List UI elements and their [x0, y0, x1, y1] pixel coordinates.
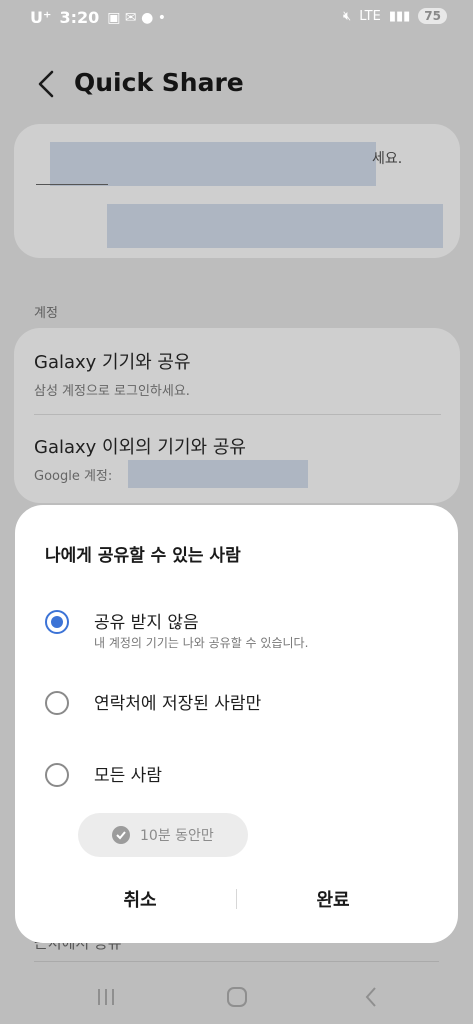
redacted-text-block — [107, 204, 443, 248]
dialog-title: 나에게 공유할 수 있는 사람 — [45, 546, 241, 566]
clock: 3:20 — [59, 8, 100, 27]
dialog-actions: 취소 완료 — [15, 877, 458, 921]
mute-icon: 🔇︎ — [343, 8, 352, 24]
app-header: Quick Share — [0, 62, 473, 106]
radio-button[interactable] — [45, 763, 69, 787]
check-icon — [112, 826, 130, 844]
recent-apps-icon[interactable] — [91, 982, 121, 1012]
account-section-label: 계정 — [34, 306, 58, 321]
home-icon[interactable] — [222, 982, 252, 1012]
carrier-label: U⁺ — [30, 8, 52, 27]
cancel-button[interactable]: 취소 — [40, 877, 240, 921]
signal-icon: ▮▮▮ — [388, 8, 411, 24]
row-title: Galaxy 기기와 공유 — [34, 352, 191, 373]
page-title: Quick Share — [74, 68, 244, 97]
navigation-bar — [0, 962, 473, 1024]
back-icon[interactable] — [356, 982, 386, 1012]
status-bar: U⁺ 3:20 ▣ ✉ ● • 🔇︎ LTE ▮▮▮ 75 — [0, 0, 473, 36]
redacted-text-block — [50, 142, 376, 186]
network-label: LTE — [359, 8, 381, 24]
option-label: 공유 받지 않음 — [94, 613, 199, 633]
option-contacts-only[interactable]: 연락처에 저장된 사람만 — [15, 691, 458, 747]
info-link-underline — [36, 184, 108, 185]
battery-indicator: 75 — [418, 8, 447, 24]
info-text-suffix: 세요. — [372, 151, 403, 167]
option-label: 모든 사람 — [94, 766, 162, 786]
option-no-receive[interactable]: 공유 받지 않음 내 계정의 기기는 나와 공유할 수 있습니다. — [15, 610, 458, 666]
row-subtitle: 삼성 계정으로 로그인하세요. — [34, 384, 190, 399]
radio-button-selected[interactable] — [45, 610, 69, 634]
back-arrow-icon[interactable] — [34, 66, 62, 102]
timer-chip-label: 10분 동안만 — [140, 828, 214, 844]
share-permission-dialog: 나에게 공유할 수 있는 사람 공유 받지 않음 내 계정의 기기는 나와 공유… — [15, 505, 458, 943]
divider — [34, 414, 441, 415]
radio-button[interactable] — [45, 691, 69, 715]
option-sublabel: 내 계정의 기기는 나와 공유할 수 있습니다. — [94, 636, 309, 650]
option-label: 연락처에 저장된 사람만 — [94, 694, 262, 714]
galaxy-share-row[interactable]: Galaxy 기기와 공유 삼성 계정으로 로그인하세요. — [34, 348, 191, 399]
notification-icons: ▣ ✉ ● • — [107, 9, 167, 26]
done-button[interactable]: 완료 — [233, 877, 433, 921]
ten-minute-timer-chip[interactable]: 10분 동안만 — [78, 813, 248, 857]
row-title: Galaxy 이외의 기기와 공유 — [34, 437, 246, 458]
redacted-account — [128, 460, 308, 488]
option-everyone[interactable]: 모든 사람 — [15, 763, 458, 819]
